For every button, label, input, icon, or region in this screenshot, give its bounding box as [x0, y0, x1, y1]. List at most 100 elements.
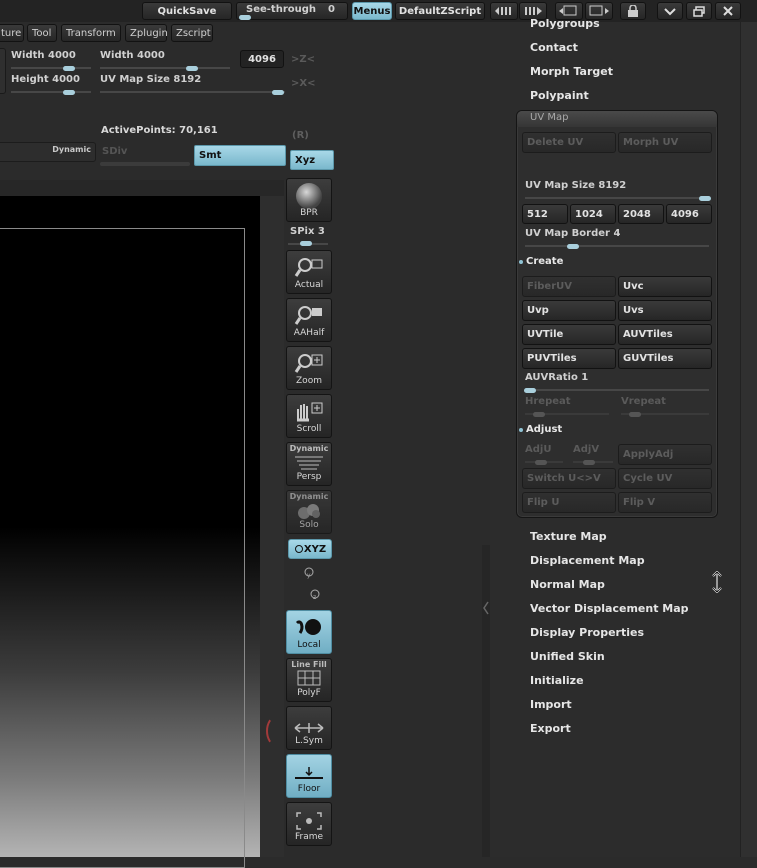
create-section-label[interactable]: Create — [526, 256, 563, 267]
default-zscript-button[interactable]: DefaultZScript — [395, 2, 485, 20]
menu-import[interactable]: Import — [530, 698, 572, 711]
menu-displacement-map[interactable]: Displacement Map — [530, 554, 645, 567]
uv-map-panel: UV Map Delete UV Morph UV UV Map Size 81… — [516, 110, 718, 518]
puvtiles-button[interactable]: PUVTiles — [522, 348, 616, 369]
menu-normal-map[interactable]: Normal Map — [530, 578, 605, 591]
menu-zplugin[interactable]: Zplugin — [125, 24, 168, 42]
size-4096-button[interactable]: 4096 — [666, 204, 712, 224]
size-512-button[interactable]: 512 — [522, 204, 568, 224]
menu-polypaint[interactable]: Polypaint — [530, 89, 589, 102]
menu-initialize[interactable]: Initialize — [530, 674, 584, 687]
menu-texture-map[interactable]: Texture Map — [530, 530, 607, 543]
uvs-button[interactable]: Uvs — [618, 300, 712, 321]
floor-button[interactable]: Floor — [286, 754, 332, 798]
width-a-knob[interactable] — [63, 66, 75, 71]
width-b-knob[interactable] — [186, 66, 198, 71]
menu-texture[interactable]: ture — [0, 24, 24, 42]
lock-button[interactable] — [620, 2, 646, 20]
z-rotate-icon[interactable]: z — [308, 588, 322, 602]
applyadj-button[interactable]: ApplyAdj — [618, 444, 712, 465]
scroll-hand-icon — [297, 402, 323, 422]
uv-map-size-track[interactable] — [100, 91, 285, 93]
scroll-button[interactable]: Scroll — [286, 394, 332, 438]
uv-map-header[interactable]: UV Map — [517, 111, 717, 127]
size-1024-button[interactable]: 1024 — [570, 204, 616, 224]
adjust-section-label[interactable]: Adjust — [526, 424, 562, 435]
width-b-track[interactable] — [100, 67, 230, 69]
document-canvas[interactable] — [0, 196, 260, 868]
guvtiles-button[interactable]: GUVTiles — [618, 348, 712, 369]
frame-button[interactable]: Frame — [286, 802, 332, 846]
cycle-uv-button[interactable]: Cycle UV — [618, 468, 712, 489]
palette-scrollbar[interactable] — [740, 22, 757, 857]
close-button[interactable] — [715, 2, 741, 20]
switch-uv-button[interactable]: Switch U<>V — [522, 468, 616, 489]
menu-export[interactable]: Export — [530, 722, 571, 735]
uv-map-size-knob[interactable] — [272, 90, 284, 95]
tray-left-button[interactable] — [490, 2, 518, 20]
smt-button[interactable]: Smt — [194, 145, 286, 166]
local-sphere-icon — [295, 619, 321, 635]
minimize-button[interactable] — [657, 2, 683, 20]
spix-knob[interactable] — [300, 241, 312, 246]
vrepeat-knob[interactable] — [629, 412, 641, 417]
delete-uv-button[interactable]: Delete UV — [522, 132, 616, 153]
xyz-toggle[interactable]: Xyz — [290, 150, 334, 170]
aahalf-button[interactable]: AAHalf — [286, 298, 332, 342]
actual-button[interactable]: Actual — [286, 250, 332, 294]
quicksave-button[interactable]: QuickSave — [142, 2, 232, 20]
dynamic-subdiv-box[interactable]: Dynamic — [0, 142, 96, 162]
collapse-arrow-icon[interactable] — [482, 598, 490, 618]
auvtiles-button[interactable]: AUVTiles — [618, 324, 712, 345]
fiberuv-button[interactable]: FiberUV — [522, 276, 616, 297]
menu-morph-target[interactable]: Morph Target — [530, 65, 613, 78]
menu-zscript[interactable]: Zscript — [171, 24, 213, 42]
lsym-button[interactable]: L.Sym — [286, 706, 332, 750]
size-box[interactable]: 4096 — [240, 50, 284, 68]
solo-dynamic-label: Dynamic — [289, 492, 329, 501]
auvratio-knob[interactable] — [524, 388, 536, 393]
menu-tool[interactable]: Tool — [27, 24, 57, 42]
menu-polygroups[interactable]: Polygroups — [530, 17, 600, 30]
size-2048-button[interactable]: 2048 — [618, 204, 664, 224]
see-through-label: See-through — [246, 4, 317, 15]
uvp-button[interactable]: Uvp — [522, 300, 616, 321]
zoom-button[interactable]: Zoom — [286, 346, 332, 390]
panel-divider[interactable] — [482, 545, 490, 857]
polyf-button[interactable]: Line Fill PolyF — [286, 658, 332, 702]
uvtile-button[interactable]: UVTile — [522, 324, 616, 345]
bpr-button[interactable]: BPR — [286, 178, 332, 222]
local-button[interactable]: Local — [286, 610, 332, 654]
adju-knob[interactable] — [535, 460, 547, 465]
flip-u-button[interactable]: Flip U — [522, 492, 616, 513]
menu-unified-skin[interactable]: Unified Skin — [530, 650, 605, 663]
width-a-track[interactable] — [11, 67, 91, 69]
menu-transform[interactable]: Transform — [61, 24, 121, 42]
uvc-button[interactable]: Uvc — [618, 276, 712, 297]
auvratio-track[interactable] — [525, 389, 709, 391]
height-a-track[interactable] — [11, 91, 91, 93]
active-points: ActivePoints: 70,161 — [101, 125, 218, 136]
see-through-slider[interactable]: See-through 0 — [236, 2, 348, 20]
persp-button[interactable]: Dynamic Persp — [286, 442, 332, 486]
uv-map-size-slider-track[interactable] — [525, 197, 709, 199]
solo-button[interactable]: Dynamic Solo — [286, 490, 332, 534]
uv-map-size-slider-knob[interactable] — [699, 196, 711, 201]
menu-display-properties[interactable]: Display Properties — [530, 626, 644, 639]
menus-button[interactable]: Menus — [352, 2, 392, 20]
sdiv-track[interactable] — [100, 162, 190, 166]
flip-v-button[interactable]: Flip V — [618, 492, 712, 513]
adjv-knob[interactable] — [583, 460, 595, 465]
floor-icon — [295, 767, 323, 779]
morph-uv-button[interactable]: Morph UV — [618, 132, 712, 153]
xyz-symmetry-button[interactable]: XYZ — [288, 539, 332, 559]
height-a-knob[interactable] — [63, 90, 75, 95]
menu-vector-displacement-map[interactable]: Vector Displacement Map — [530, 602, 689, 615]
see-through-knob[interactable] — [239, 15, 251, 20]
uv-map-border-knob[interactable] — [567, 244, 579, 249]
uv-map-border-track[interactable] — [525, 245, 709, 247]
y-rotate-icon[interactable]: y — [302, 566, 316, 580]
restore-button[interactable] — [686, 2, 712, 20]
menu-contact[interactable]: Contact — [530, 41, 578, 54]
hrepeat-knob[interactable] — [533, 412, 545, 417]
